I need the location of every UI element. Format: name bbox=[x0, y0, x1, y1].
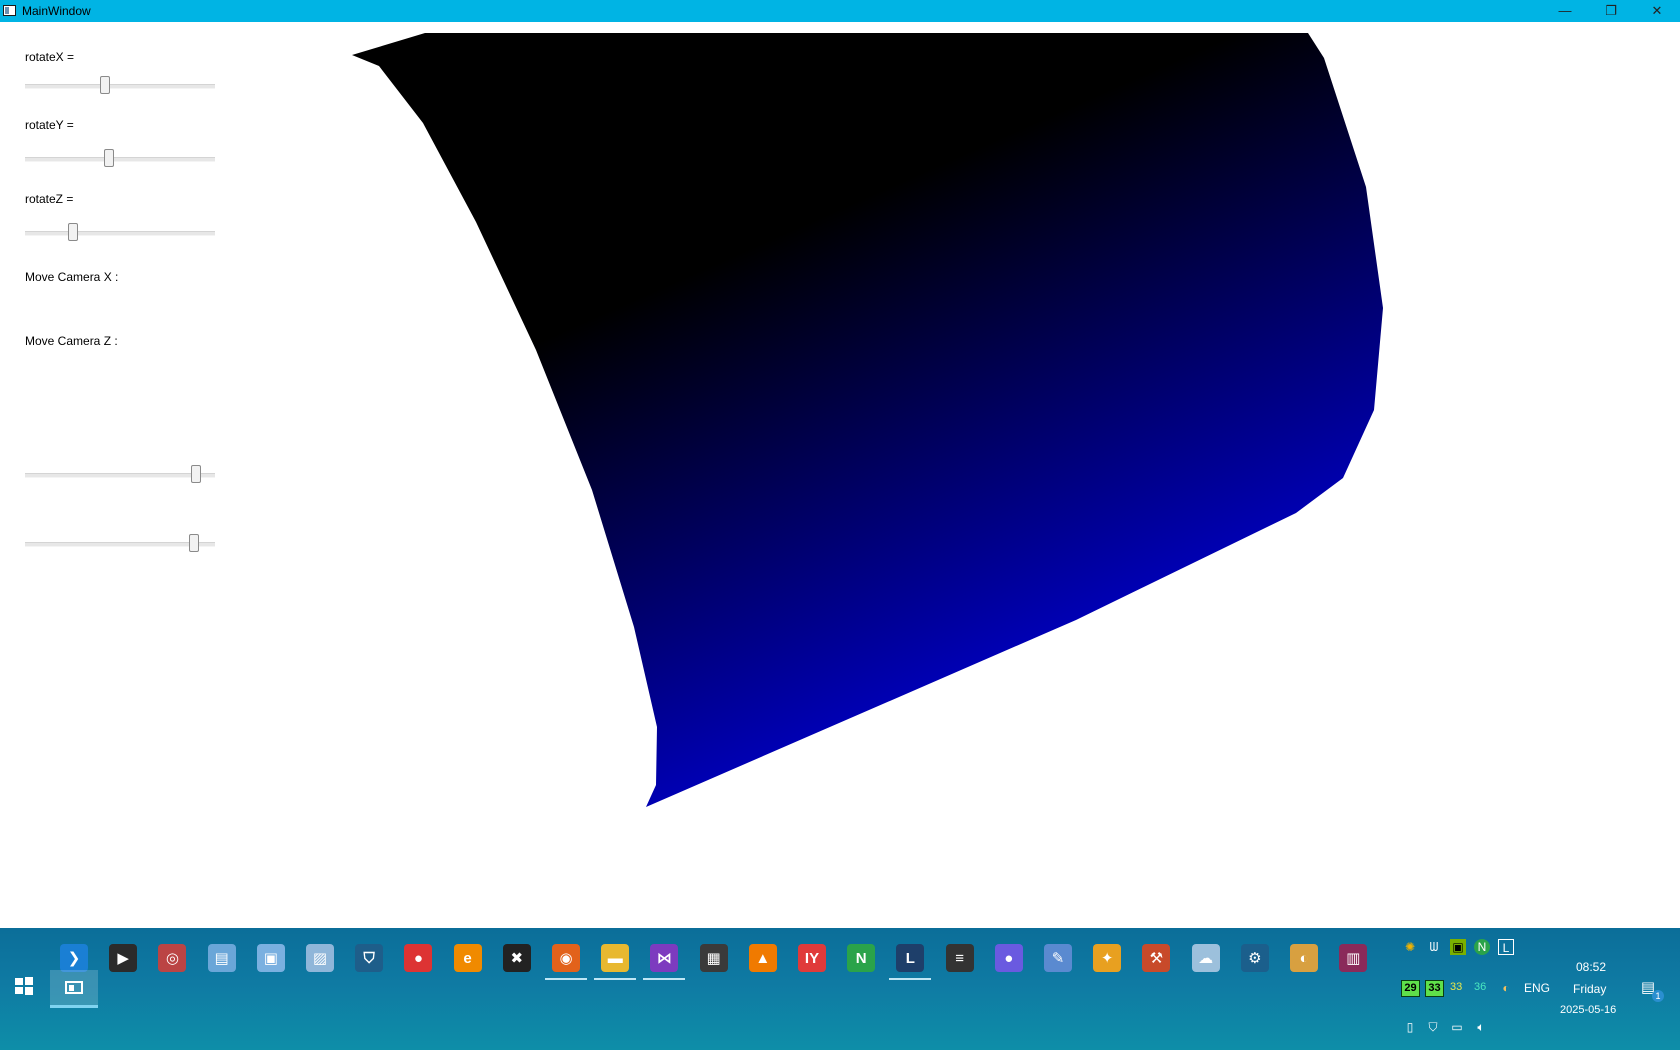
image-viewer-icon[interactable]: ▣ bbox=[256, 944, 285, 972]
n-app-icon[interactable]: N bbox=[847, 944, 876, 972]
globe-icon[interactable]: ◎ bbox=[158, 944, 187, 972]
tools-icon[interactable]: ⚒ bbox=[1142, 944, 1171, 972]
volume-icon[interactable]: 🔈︎ bbox=[1473, 1019, 1489, 1035]
clock-date[interactable]: 2025-05-16 bbox=[1560, 1004, 1616, 1016]
temp-badge-2[interactable]: 33 bbox=[1425, 980, 1444, 997]
firefox-icon[interactable]: ◉ bbox=[552, 944, 580, 972]
slider-thumb[interactable] bbox=[103, 149, 114, 167]
record-icon[interactable]: ● bbox=[404, 944, 433, 972]
slider-thumb[interactable] bbox=[99, 76, 110, 94]
language-indicator[interactable]: ENG bbox=[1524, 981, 1550, 995]
slider-track bbox=[25, 84, 215, 89]
cloud-icon[interactable]: ☁ bbox=[1191, 944, 1220, 972]
move-camera-x-label: Move Camera X : bbox=[25, 270, 119, 284]
window-icon bbox=[65, 981, 83, 994]
l-app-icon[interactable]: L bbox=[896, 944, 925, 972]
running-indicator bbox=[889, 978, 932, 980]
visual-studio-icon[interactable]: ⋈ bbox=[650, 944, 679, 972]
running-indicator bbox=[545, 978, 587, 980]
vscode-icon[interactable]: ❯ bbox=[60, 944, 88, 972]
move-camera-x-slider[interactable] bbox=[25, 465, 215, 485]
running-indicator bbox=[643, 978, 686, 980]
sticky-notes-icon[interactable]: ✦ bbox=[1093, 944, 1122, 972]
rotate-z-label: rotateZ = bbox=[25, 192, 74, 206]
taskbar-mainwindow-button[interactable] bbox=[50, 970, 98, 1008]
slider-thumb[interactable] bbox=[191, 465, 201, 483]
security-shield-icon[interactable]: ⛉ bbox=[355, 944, 384, 972]
iy-app-icon[interactable]: IY bbox=[798, 944, 826, 972]
x-app-icon[interactable]: ✖ bbox=[502, 944, 531, 972]
settings-gear-icon[interactable]: ⚙ bbox=[1240, 944, 1269, 972]
rotate-y-slider[interactable] bbox=[25, 149, 215, 169]
tray-l-icon[interactable]: L bbox=[1498, 939, 1514, 955]
minimize-button[interactable]: — bbox=[1542, 0, 1588, 22]
paint-icon[interactable]: ✎ bbox=[1044, 944, 1072, 972]
flag-app-icon[interactable]: ≡ bbox=[945, 944, 974, 972]
clock-day[interactable]: Friday bbox=[1573, 982, 1606, 996]
rotate-x-slider[interactable] bbox=[25, 76, 215, 96]
temp-text-4[interactable]: 36 bbox=[1474, 981, 1486, 993]
slider-thumb[interactable] bbox=[189, 534, 200, 552]
running-indicator bbox=[594, 978, 637, 980]
tray-n-icon[interactable]: N bbox=[1474, 939, 1490, 955]
move-camera-z-slider[interactable] bbox=[25, 534, 215, 554]
usb-icon[interactable]: ▯ bbox=[1402, 1019, 1418, 1035]
temp-text-3[interactable]: 33 bbox=[1450, 981, 1462, 993]
move-camera-z-label: Move Camera Z : bbox=[25, 334, 118, 348]
tray-sun-icon[interactable]: ✺ bbox=[1402, 939, 1418, 955]
notes-icon[interactable]: ▤ bbox=[207, 944, 236, 972]
rotate-z-slider[interactable] bbox=[25, 223, 215, 243]
temp-badge-1[interactable]: 29 bbox=[1401, 980, 1420, 997]
defender-shield-icon[interactable]: ⛉ bbox=[1425, 1019, 1441, 1035]
slider-track bbox=[25, 473, 215, 478]
title-bar: MainWindow — ❐ ✕ bbox=[0, 0, 1680, 22]
window-title: MainWindow bbox=[22, 4, 91, 18]
slider-track bbox=[25, 157, 215, 162]
maps-pin-icon[interactable]: ● bbox=[994, 944, 1023, 972]
weather-app-icon[interactable]: ◐ bbox=[1290, 944, 1318, 972]
windows-start-icon[interactable] bbox=[14, 976, 34, 996]
close-button[interactable]: ✕ bbox=[1634, 0, 1680, 22]
rendered-surface bbox=[352, 33, 1383, 807]
photos-icon[interactable]: ▨ bbox=[306, 944, 334, 972]
network-icon[interactable]: ▭ bbox=[1449, 1019, 1465, 1035]
tray-weather-icon[interactable]: ◐ bbox=[1498, 980, 1514, 996]
render-viewport[interactable] bbox=[230, 22, 1680, 928]
notification-count: 1 bbox=[1652, 990, 1664, 1002]
vlc-icon[interactable]: ▲ bbox=[748, 944, 777, 972]
slider-track bbox=[25, 231, 215, 236]
browser-e-icon[interactable]: e bbox=[453, 944, 482, 972]
maximize-button[interactable]: ❐ bbox=[1588, 0, 1634, 22]
file-explorer-icon[interactable]: ▬ bbox=[601, 944, 630, 972]
archive-icon[interactable]: ▥ bbox=[1339, 944, 1368, 972]
calculator-icon[interactable]: ▦ bbox=[699, 944, 728, 972]
app-window-icon bbox=[3, 5, 16, 16]
rotate-y-label: rotateY = bbox=[25, 118, 74, 132]
slider-thumb[interactable] bbox=[67, 223, 78, 241]
tray-wifi-ink-icon[interactable]: ᗯ bbox=[1426, 939, 1442, 955]
slider-track bbox=[25, 542, 215, 547]
tray-nvidia-icon[interactable]: ▣ bbox=[1450, 939, 1466, 955]
media-player-icon[interactable]: ▶ bbox=[109, 944, 138, 972]
clock-time[interactable]: 08:52 bbox=[1576, 960, 1606, 974]
rotate-x-label: rotateX = bbox=[25, 50, 75, 64]
